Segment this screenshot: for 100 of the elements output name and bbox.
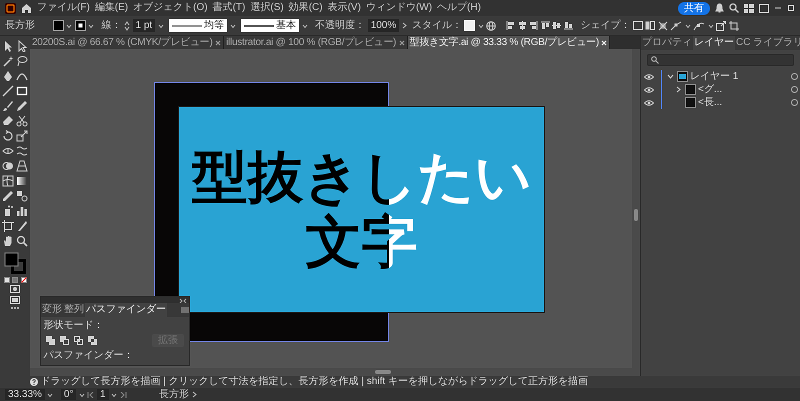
panel-tab[interactable]: プロパティ — [641, 36, 693, 50]
lasso-icon[interactable] — [16, 55, 28, 67]
caret-icon[interactable] — [88, 22, 94, 28]
transform-icon[interactable] — [645, 21, 656, 30]
eye-icon[interactable] — [644, 100, 654, 106]
brush-icon[interactable] — [2, 100, 14, 112]
artboard-icon[interactable] — [2, 220, 14, 232]
eye-icon[interactable] — [644, 74, 654, 80]
document-tab[interactable]: 20200S.ai @ 66.67 % (CMYK/プレビュー) — [30, 36, 224, 49]
layer-name[interactable]: <長... — [698, 96, 788, 108]
brush-dropdown[interactable]: 基本 — [240, 19, 300, 32]
align-right-icon[interactable] — [529, 21, 538, 30]
disclosure-caret-icon[interactable] — [675, 86, 682, 93]
menu-item[interactable]: ファイル(F) — [37, 2, 90, 14]
color-square-icon[interactable] — [4, 276, 10, 282]
panel-tab[interactable]: レイヤー — [693, 36, 735, 50]
scale-icon[interactable] — [16, 130, 28, 142]
style-swatch[interactable] — [464, 20, 476, 31]
width-profile-dropdown[interactable]: 均等 — [168, 19, 228, 32]
close-icon[interactable] — [398, 40, 405, 46]
panel-tab[interactable]: CC ライブラリ — [735, 36, 800, 50]
spinner-icon[interactable] — [124, 20, 130, 30]
hand-icon[interactable] — [2, 235, 14, 247]
stroke-weight-field[interactable]: 1 pt — [132, 19, 156, 32]
share-button[interactable]: 共有 — [678, 2, 710, 14]
eyedropper-icon[interactable] — [2, 190, 14, 202]
chevron-right-icon[interactable] — [192, 391, 197, 398]
gradient-square-icon[interactable] — [12, 276, 18, 282]
crop-icon[interactable] — [728, 20, 739, 30]
align-top-icon[interactable] — [540, 21, 550, 30]
shape-builder-icon[interactable] — [2, 160, 14, 172]
layout-grid-icon[interactable] — [744, 4, 754, 12]
slice-icon[interactable] — [16, 220, 28, 232]
vertical-scrollbar[interactable] — [632, 49, 640, 368]
rotate-icon[interactable] — [2, 130, 14, 142]
zoom-icon[interactable] — [16, 235, 28, 247]
line-icon[interactable] — [2, 85, 14, 97]
caret-icon[interactable] — [708, 22, 714, 28]
layer-name[interactable]: <グ... — [698, 84, 788, 96]
more-dots-icon[interactable] — [10, 306, 20, 310]
isolate-icon[interactable] — [716, 20, 726, 30]
caret-icon[interactable] — [684, 22, 691, 28]
maximize-icon[interactable] — [787, 4, 795, 12]
fill-stroke-swatches[interactable] — [4, 252, 26, 274]
eraser-icon[interactable] — [2, 115, 14, 127]
artboard-field[interactable]: 1 — [96, 389, 109, 400]
align-left-icon[interactable] — [506, 21, 516, 30]
symbol-sprayer-icon[interactable] — [2, 205, 14, 217]
window-icon[interactable] — [759, 4, 769, 12]
mesh-icon[interactable] — [2, 175, 14, 187]
anchor-icon[interactable] — [670, 20, 682, 30]
draw-mode-icon[interactable] — [10, 285, 20, 293]
layer-search-field[interactable] — [647, 54, 794, 66]
curve-icon[interactable] — [693, 20, 706, 30]
rotation-field[interactable]: 0° — [60, 389, 76, 400]
zoom-field[interactable]: 33.33% — [5, 389, 45, 400]
magic-wand-icon[interactable] — [2, 55, 14, 67]
close-icon[interactable] — [215, 40, 222, 46]
menu-item[interactable]: 編集(E) — [94, 2, 128, 14]
unite-icon[interactable] — [46, 336, 55, 345]
horizontal-scrollbar[interactable] — [30, 368, 640, 376]
eye-icon[interactable] — [644, 86, 654, 92]
menu-item[interactable]: オブジェクト(O) — [133, 2, 208, 14]
menu-item[interactable]: 表示(V) — [328, 2, 361, 14]
scissors-icon[interactable] — [16, 115, 28, 127]
menu-item[interactable]: 選択(S) — [250, 2, 284, 14]
caret-icon[interactable] — [478, 22, 484, 28]
caret-icon[interactable] — [47, 392, 54, 398]
search-icon[interactable] — [729, 3, 739, 13]
menu-item[interactable]: 書式(T) — [212, 2, 246, 14]
caret-icon[interactable] — [302, 22, 308, 28]
last-page-icon[interactable] — [120, 392, 127, 398]
caret-icon[interactable] — [111, 392, 118, 398]
panel-menu-icon[interactable] — [181, 307, 189, 313]
expand-arrows-icon[interactable] — [658, 20, 668, 30]
intersect-icon[interactable] — [74, 336, 83, 345]
menu-item[interactable]: ウィンドウ(W) — [366, 2, 432, 14]
layer-name[interactable]: レイヤー 1 — [690, 70, 788, 82]
caret-icon[interactable] — [158, 22, 164, 28]
menu-item[interactable]: ヘルプ(H) — [437, 2, 481, 14]
document-tab[interactable]: illustrator.ai @ 100 % (RGB/プレビュー) — [224, 36, 408, 49]
direct-selection-icon[interactable] — [16, 40, 28, 52]
first-page-icon[interactable] — [87, 392, 94, 398]
warp-icon[interactable] — [16, 145, 28, 157]
document-tab[interactable]: 型抜き文字.ai @ 33.33 % (RGB/プレビュー) — [408, 36, 610, 49]
globe-icon[interactable] — [486, 20, 496, 30]
pen-icon[interactable] — [2, 70, 14, 82]
align-middle-icon[interactable] — [552, 21, 562, 30]
align-center-icon[interactable] — [518, 21, 527, 30]
stroke-swatch[interactable] — [74, 20, 86, 31]
disclosure-caret-icon[interactable] — [667, 73, 674, 80]
panel-tab[interactable]: 変形 — [41, 303, 63, 317]
caret-icon[interactable] — [66, 22, 72, 28]
panel-tab[interactable]: 整列 — [63, 303, 85, 317]
blend-icon[interactable] — [16, 190, 28, 202]
bell-icon[interactable] — [715, 3, 724, 13]
none-square-icon[interactable] — [20, 276, 26, 282]
caret-icon[interactable] — [230, 22, 236, 28]
exclude-icon[interactable] — [88, 336, 97, 345]
selection-arrow-icon[interactable] — [2, 40, 14, 52]
